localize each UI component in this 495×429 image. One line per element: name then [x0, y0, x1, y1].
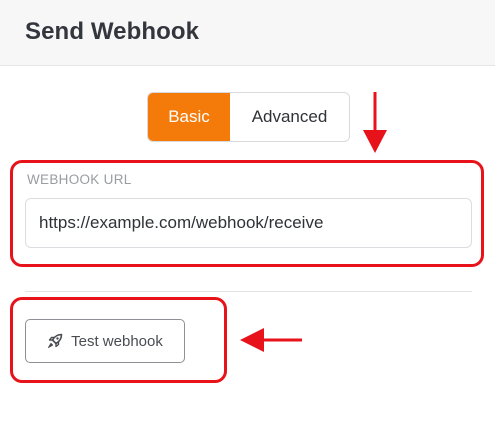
down-arrow-icon [363, 92, 387, 153]
mode-toggle: Basic Advanced [147, 92, 350, 142]
advanced-tab[interactable]: Advanced [230, 93, 349, 141]
page-title: Send Webhook [25, 18, 200, 45]
test-webhook-label: Test webhook [71, 332, 163, 350]
webhook-url-input[interactable] [25, 198, 472, 248]
basic-tab[interactable]: Basic [148, 93, 230, 141]
left-arrow-icon [240, 328, 302, 352]
header-bar: Send Webhook [0, 0, 495, 66]
test-webhook-button[interactable]: Test webhook [25, 319, 185, 363]
rocket-icon [47, 333, 63, 349]
section-divider [25, 291, 472, 292]
webhook-url-label: WEBHOOK URL [27, 172, 132, 187]
